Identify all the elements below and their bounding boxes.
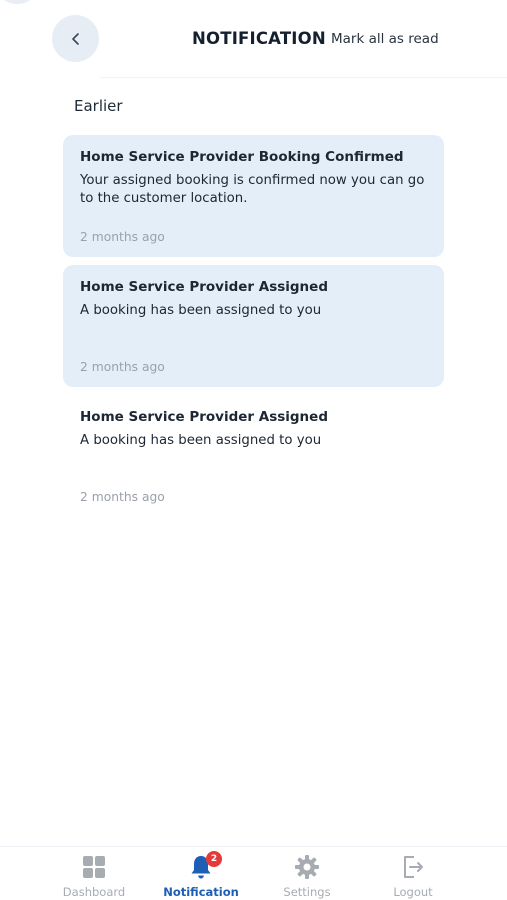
mark-all-read-button[interactable]: Mark all as read <box>331 31 439 47</box>
gear-icon <box>295 855 319 879</box>
notification-list: Home Service Provider Booking Confirmed … <box>63 135 444 525</box>
notification-count-badge: 2 <box>206 851 222 867</box>
notification-card[interactable]: Home Service Provider Assigned A booking… <box>63 265 444 387</box>
logout-icon <box>404 856 423 878</box>
section-label: Earlier <box>74 97 123 115</box>
notification-body: A booking has been assigned to you <box>80 303 322 318</box>
nav-label: Notification <box>163 885 239 899</box>
notification-time: 2 months ago <box>80 490 165 504</box>
notification-title: Home Service Provider Booking Confirmed <box>80 149 404 165</box>
notification-time: 2 months ago <box>80 360 165 374</box>
bottom-nav: Dashboard 2 Notification Settings Logout <box>0 846 507 900</box>
nav-item-logout[interactable]: Logout <box>368 853 458 899</box>
header: NOTIFICATION Mark all as read <box>0 0 507 78</box>
notification-title: Home Service Provider Assigned <box>80 409 328 425</box>
nav-label: Settings <box>283 885 331 899</box>
chevron-left-icon <box>71 32 79 45</box>
notification-title: Home Service Provider Assigned <box>80 279 328 295</box>
grid-icon <box>83 856 105 878</box>
notification-card[interactable]: Home Service Provider Booking Confirmed … <box>63 135 444 257</box>
header-divider <box>100 77 507 78</box>
nav-label: Logout <box>393 885 433 899</box>
notification-card[interactable]: Home Service Provider Assigned A booking… <box>63 395 444 517</box>
nav-label: Dashboard <box>62 885 126 899</box>
notification-body: Your assigned booking is confirmed now y… <box>80 173 425 206</box>
nav-item-dashboard[interactable]: Dashboard <box>49 853 139 899</box>
nav-item-settings[interactable]: Settings <box>262 853 352 899</box>
page-title: NOTIFICATION <box>192 29 326 48</box>
notification-body: A booking has been assigned to you <box>80 433 322 448</box>
notification-time: 2 months ago <box>80 230 165 244</box>
back-button[interactable] <box>52 15 99 62</box>
nav-item-notification[interactable]: 2 Notification <box>156 851 246 899</box>
